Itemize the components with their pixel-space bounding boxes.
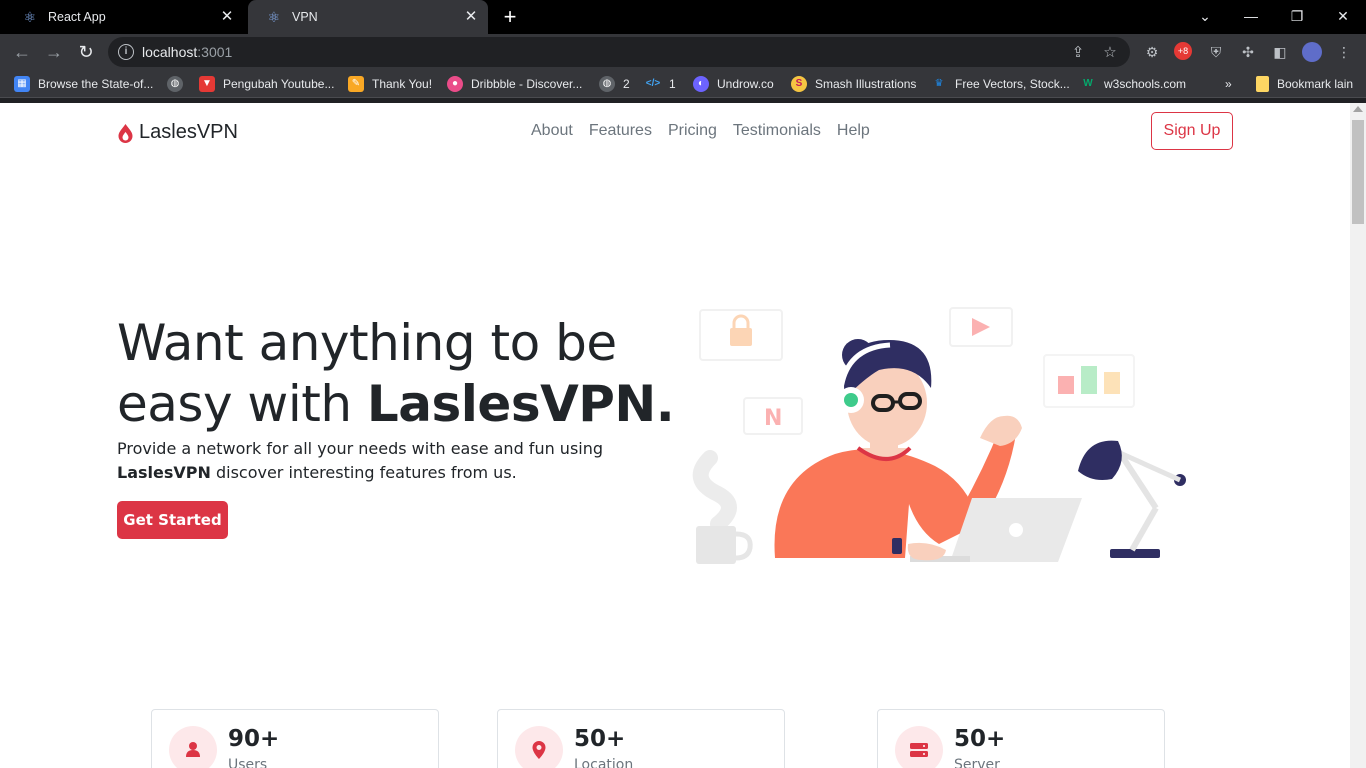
tab-vpn[interactable]: ⚛ VPN ✕ <box>248 0 488 34</box>
close-tab-icon[interactable]: ✕ <box>462 8 480 26</box>
close-tab-icon[interactable]: ✕ <box>218 8 236 26</box>
hero-description: Provide a network for all your needs wit… <box>117 439 604 482</box>
bookmark-item[interactable]: ✎ Thank You! <box>348 75 432 93</box>
bookmark-label: Bookmark lain <box>1277 77 1354 91</box>
hero-illustration: N <box>692 307 1186 564</box>
bookmark-item[interactable]: ◐ Undrow.co <box>693 75 774 93</box>
bookmark-item[interactable]: ▦ Browse the State-of... <box>14 75 153 93</box>
back-button[interactable]: ← <box>10 40 34 64</box>
folder-icon <box>1256 76 1269 92</box>
bookmark-label: w3schools.com <box>1104 77 1187 91</box>
minimize-button[interactable]: — <box>1237 4 1265 28</box>
bookmark-label: Free Vectors, Stock... <box>955 77 1070 91</box>
bookmark-label: Smash Illustrations <box>815 77 917 91</box>
tab-title: VPN <box>292 10 318 24</box>
bookmark-label: Pengubah Youtube... <box>223 77 335 91</box>
stat-card-users: 90+ Users <box>151 709 439 768</box>
bookmark-label: 1 <box>669 77 676 91</box>
stat-value: 50+ <box>574 726 626 752</box>
forward-button[interactable]: → <box>42 40 66 64</box>
main-nav: About Features Pricing Testimonials Help <box>531 122 870 140</box>
more-bookmarks-button[interactable]: » <box>1225 75 1232 93</box>
bookmark-item[interactable]: ● Dribbble - Discover... <box>447 75 582 93</box>
restore-button[interactable]: ❐ <box>1283 4 1311 28</box>
stat-label: Location <box>574 757 634 768</box>
grid-icon: ▦ <box>14 76 30 92</box>
stat-label: Server <box>954 757 1000 768</box>
nav-link-about[interactable]: About <box>531 122 573 140</box>
bookmark-label: Undrow.co <box>717 77 774 91</box>
reload-button[interactable]: ↻ <box>74 40 98 64</box>
shield-icon[interactable]: ⛨ <box>1206 42 1226 62</box>
location-pin-icon <box>515 726 563 768</box>
brand-logo[interactable]: LaslesVPN <box>117 121 238 144</box>
address-bar[interactable]: i localhost:3001 ⇪ ☆ <box>108 37 1130 67</box>
svg-text:N: N <box>764 406 782 431</box>
profile-avatar[interactable] <box>1302 42 1322 62</box>
bookmark-star-icon[interactable]: ☆ <box>1100 43 1120 63</box>
stat-value: 90+ <box>228 726 280 752</box>
user-icon <box>169 726 217 768</box>
globe-icon: ◍ <box>599 76 615 92</box>
bookmark-item[interactable]: </> 1 <box>645 75 676 93</box>
globe-icon: ◍ <box>167 76 183 92</box>
new-tab-button[interactable]: + <box>498 5 522 29</box>
bookmark-item[interactable]: Ww3schools.com <box>1080 75 1186 93</box>
page-viewport: LaslesVPN About Features Pricing Testimo… <box>0 103 1350 768</box>
url-text: localhost:3001 <box>142 44 233 60</box>
hero-title: Want anything to be easy with LaslesVPN. <box>117 314 675 433</box>
undraw-icon: ◐ <box>693 76 709 92</box>
bookmark-item[interactable]: S Smash Illustrations <box>791 75 916 93</box>
extension-badge-icon[interactable]: +8 <box>1174 42 1192 60</box>
stat-card-server: 50+ Server <box>877 709 1165 768</box>
react-icon: ⚛ <box>23 9 37 25</box>
flame-logo-icon <box>118 123 133 143</box>
close-window-button[interactable]: ✕ <box>1329 4 1357 28</box>
scrollbar-thumb[interactable] <box>1352 120 1364 224</box>
get-started-button[interactable]: Get Started <box>117 501 228 539</box>
nav-link-pricing[interactable]: Pricing <box>668 122 717 140</box>
stat-value: 50+ <box>954 726 1006 752</box>
bookmark-item[interactable]: ♛ Free Vectors, Stock... <box>931 75 1070 93</box>
tab-title: React App <box>48 10 106 24</box>
download-icon: ▼ <box>199 76 215 92</box>
smash-icon: S <box>791 76 807 92</box>
server-icon <box>895 726 943 768</box>
chevron-double-right-icon: » <box>1225 77 1232 91</box>
bookmark-label: Thank You! <box>372 77 433 91</box>
w3-icon: W <box>1083 78 1093 89</box>
other-bookmarks-folder[interactable]: Bookmark lain <box>1256 75 1353 93</box>
code-icon: </> <box>645 78 661 89</box>
stat-card-location: 50+ Location <box>497 709 785 768</box>
bookmark-item[interactable]: ▼ Pengubah Youtube... <box>199 75 334 93</box>
bookmark-label: 2 <box>623 77 630 91</box>
dribbble-icon: ● <box>447 76 463 92</box>
extension-gear-icon[interactable]: ⚙ <box>1142 42 1162 62</box>
nav-link-features[interactable]: Features <box>589 122 652 140</box>
extensions-puzzle-icon[interactable]: ✣ <box>1238 42 1258 62</box>
bookmark-label: Dribbble - Discover... <box>471 77 583 91</box>
tab-search-icon[interactable]: ⌄ <box>1191 4 1219 28</box>
nav-link-testimonials[interactable]: Testimonials <box>733 122 821 140</box>
bookmark-item[interactable]: ◍ <box>167 75 191 93</box>
browser-toolbar: ← → ↻ i localhost:3001 ⇪ ☆ ⚙ +8 ⛨ ✣ ◧ ⋮ <box>0 34 1366 70</box>
nav-link-help[interactable]: Help <box>837 122 870 140</box>
react-icon: ⚛ <box>267 9 281 25</box>
freepik-icon: ♛ <box>934 78 944 89</box>
site-info-icon[interactable]: i <box>118 44 134 60</box>
bookmark-item[interactable]: ◍ 2 <box>599 75 630 93</box>
share-icon[interactable]: ⇪ <box>1068 43 1088 63</box>
sign-up-button[interactable]: Sign Up <box>1151 112 1233 150</box>
brand-name: LaslesVPN <box>139 121 238 143</box>
menu-kebab-icon[interactable]: ⋮ <box>1334 42 1354 62</box>
pencil-icon: ✎ <box>348 76 364 92</box>
tab-react-app[interactable]: ⚛ React App ✕ <box>4 0 244 34</box>
tab-strip: ⚛ React App ✕ ⚛ VPN ✕ + ⌄ — ❐ ✕ <box>0 0 1366 34</box>
side-panel-icon[interactable]: ◧ <box>1270 42 1290 62</box>
bookmarks-bar: ▦ Browse the State-of... ◍ ▼ Pengubah Yout… <box>0 70 1366 98</box>
scroll-up-arrow-icon[interactable] <box>1353 106 1363 112</box>
stat-label: Users <box>228 757 268 768</box>
bookmark-label: Browse the State-of... <box>38 77 154 91</box>
